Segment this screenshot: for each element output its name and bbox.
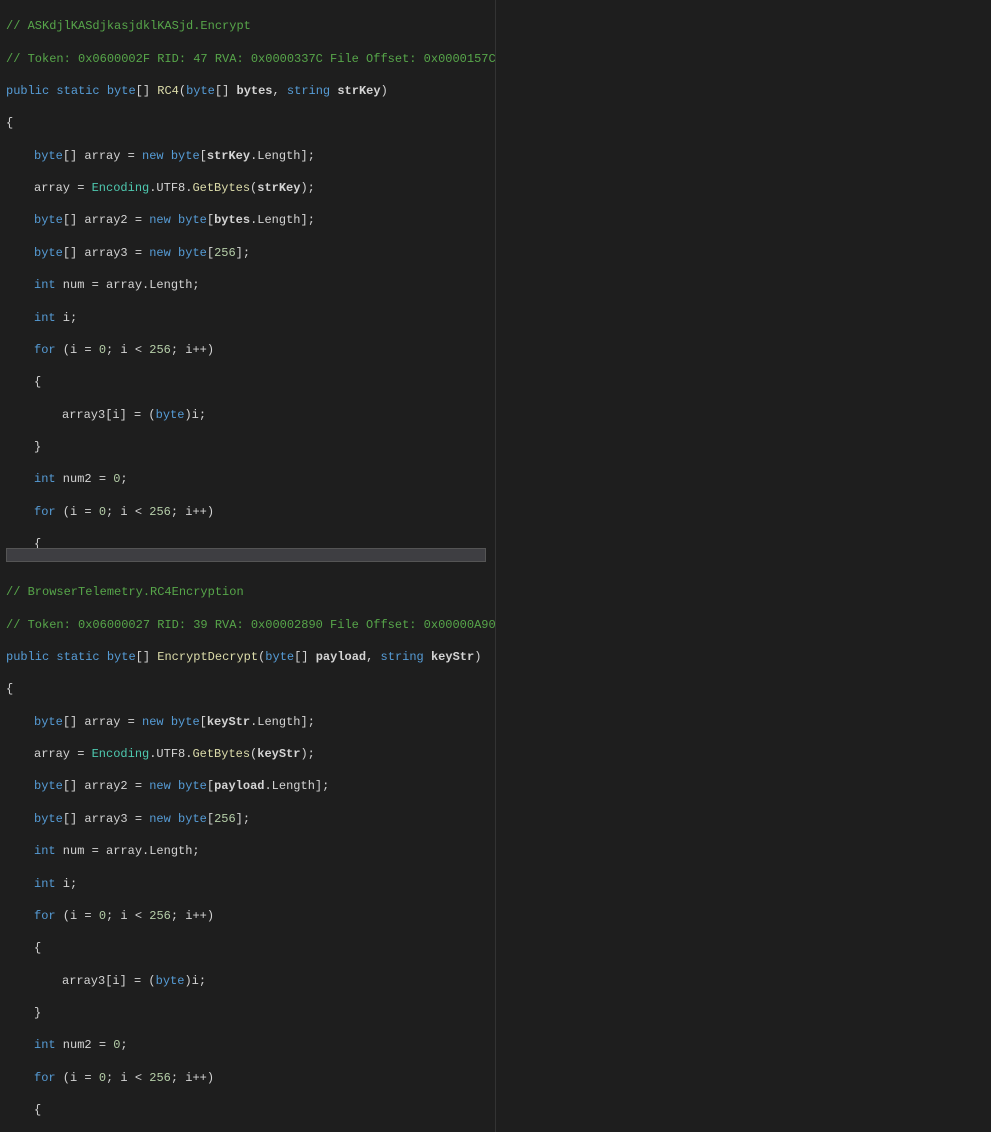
code-line: byte[] array = new byte[keyStr.Length]; — [6, 714, 489, 730]
left-code-pane[interactable]: // ASKdjlKASdjkasjdklKASjd.Encrypt // To… — [0, 0, 496, 566]
code-line: array3[i] = (byte)i; — [6, 973, 489, 989]
comment-line: // BrowserTelemetry.RC4Encryption — [6, 584, 489, 600]
code-line: array = Encoding.UTF8.GetBytes(keyStr); — [6, 746, 489, 762]
brace: } — [6, 439, 489, 455]
comment-line: // ASKdjlKASdjkasjdklKASjd.Encrypt — [6, 18, 489, 34]
method-signature: public static byte[] EncryptDecrypt(byte… — [6, 649, 489, 665]
code-line: int num2 = 0; — [6, 1037, 489, 1053]
code-line: byte[] array = new byte[strKey.Length]; — [6, 148, 489, 164]
code-line: array3[i] = (byte)i; — [6, 407, 489, 423]
code-line: for (i = 0; i < 256; i++) — [6, 1070, 489, 1086]
code-line: byte[] array2 = new byte[payload.Length]… — [6, 778, 489, 794]
brace: { — [6, 115, 489, 131]
code-line: int num2 = 0; — [6, 471, 489, 487]
brace: } — [6, 1005, 489, 1021]
code-line: for (i = 0; i < 256; i++) — [6, 908, 489, 924]
brace: { — [6, 1102, 489, 1118]
code-line: byte[] array3 = new byte[256]; — [6, 245, 489, 261]
brace: { — [6, 374, 489, 390]
code-line: int i; — [6, 310, 489, 326]
horizontal-scrollbar[interactable] — [6, 548, 486, 562]
comment-line: // Token: 0x0600002F RID: 47 RVA: 0x0000… — [6, 51, 489, 67]
method-signature: public static byte[] RC4(byte[] bytes, s… — [6, 83, 489, 99]
code-line: byte[] array2 = new byte[bytes.Length]; — [6, 212, 489, 228]
code-line: for (i = 0; i < 256; i++) — [6, 504, 489, 520]
right-code-pane[interactable]: // BrowserTelemetry.RC4Encryption // Tok… — [0, 566, 496, 1132]
comment-line: // Token: 0x06000027 RID: 39 RVA: 0x0000… — [6, 617, 489, 633]
code-line: byte[] array3 = new byte[256]; — [6, 811, 489, 827]
code-line: int num = array.Length; — [6, 843, 489, 859]
brace: { — [6, 681, 489, 697]
code-line: int num = array.Length; — [6, 277, 489, 293]
code-line: for (i = 0; i < 256; i++) — [6, 342, 489, 358]
code-line: int i; — [6, 876, 489, 892]
code-line: array = Encoding.UTF8.GetBytes(strKey); — [6, 180, 489, 196]
brace: { — [6, 940, 489, 956]
